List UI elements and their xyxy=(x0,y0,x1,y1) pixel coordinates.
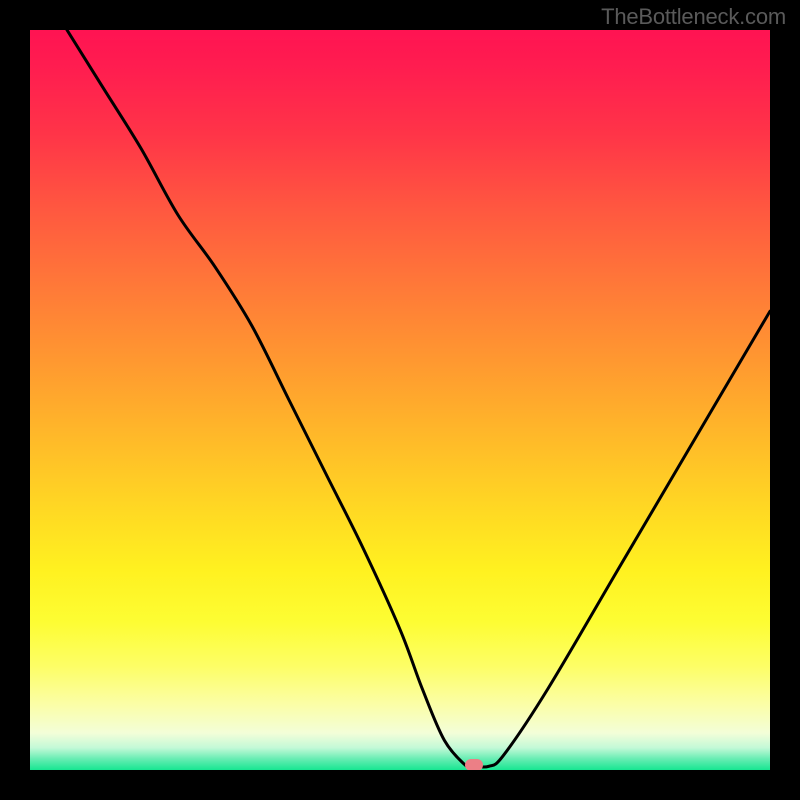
chart-frame: TheBottleneck.com xyxy=(0,0,800,800)
optimum-marker xyxy=(465,759,483,770)
plot-area xyxy=(30,30,770,770)
bottleneck-curve-svg xyxy=(30,30,770,770)
bottleneck-curve-path xyxy=(67,30,770,768)
watermark-text: TheBottleneck.com xyxy=(601,4,786,30)
